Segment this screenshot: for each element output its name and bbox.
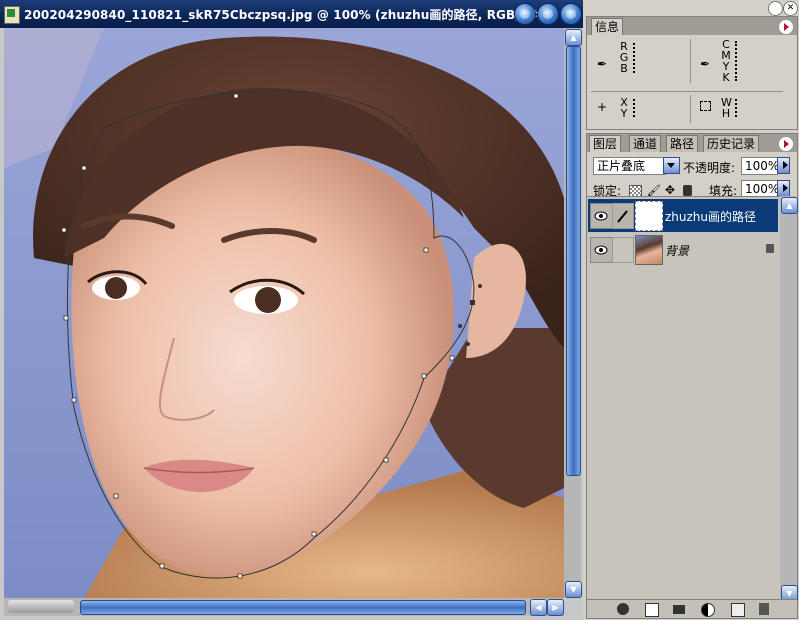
cmyk-values	[735, 41, 739, 81]
tab-layers[interactable]: 图层	[589, 135, 622, 152]
layers-scroll-up-button[interactable]: ▲	[781, 197, 798, 214]
maximize-button[interactable]	[537, 3, 559, 25]
scroll-right-button[interactable]: ▶	[547, 599, 564, 616]
layer-row-background[interactable]: 背景	[588, 233, 778, 266]
minimize-button[interactable]	[514, 3, 536, 25]
eyedropper-icon: ✒	[597, 57, 608, 71]
maximize-icon	[543, 9, 553, 19]
horizontal-scrollbar[interactable]: ◀ ▶	[4, 598, 564, 616]
document-title: 200204290840_110821_skR75Cbczpsq.jpg @ 1…	[24, 8, 544, 22]
status-area	[8, 600, 74, 613]
image-canvas[interactable]	[4, 28, 564, 598]
wh-values	[735, 99, 739, 117]
selection-size-icon	[700, 101, 711, 111]
brush-active-icon[interactable]	[612, 203, 634, 229]
new-layer-icon[interactable]	[731, 603, 745, 617]
layer-name[interactable]: 背景	[665, 242, 689, 259]
h-label: H	[721, 107, 731, 120]
fill-slider-button[interactable]	[777, 180, 790, 197]
blend-mode-select[interactable]: 正片叠底	[593, 157, 666, 175]
tab-paths[interactable]: 路径	[666, 135, 699, 152]
scroll-up-button[interactable]: ▲	[565, 29, 582, 46]
layer-thumbnail-portrait	[635, 235, 663, 265]
lock-paint-brush-icon[interactable]: 🖌	[647, 185, 661, 196]
layers-panel: 图层 通道 路径 历史记录 正片叠底 不透明度: 100% 锁定: 🖌 ✥ 填充…	[586, 133, 798, 619]
info-panel-menu-icon[interactable]	[778, 19, 794, 35]
trash-icon[interactable]	[759, 603, 769, 615]
blend-mode-dropdown-icon[interactable]	[663, 157, 680, 174]
eyedropper-icon-2: ✒	[700, 57, 711, 71]
adjustment-layer-icon[interactable]	[701, 603, 715, 617]
document-title-bar[interactable]: 200204290840_110821_skR75Cbczpsq.jpg @ 1…	[0, 0, 583, 28]
k-label: K	[722, 71, 730, 84]
visibility-eye-icon[interactable]	[590, 237, 613, 263]
scroll-left-button[interactable]: ◀	[530, 599, 547, 616]
close-button[interactable]	[560, 3, 582, 25]
layer-lock-icon	[766, 244, 774, 253]
info-divider-2	[690, 95, 691, 123]
opacity-input[interactable]: 100%	[741, 157, 779, 175]
scroll-down-button[interactable]: ▼	[565, 581, 582, 598]
info-panel-tabs: 信息	[587, 17, 797, 35]
photoshop-file-icon	[4, 6, 20, 24]
lock-move-icon[interactable]: ✥	[665, 184, 676, 196]
layer-row-path[interactable]: zhuzhu画的路径	[588, 199, 778, 232]
close-icon	[566, 9, 576, 19]
minimize-icon	[520, 9, 530, 19]
visibility-eye-icon[interactable]	[590, 203, 613, 229]
vertical-scroll-thumb[interactable]	[566, 46, 581, 476]
vertical-scrollbar[interactable]: ▲ ▼	[564, 28, 582, 598]
xy-values	[633, 99, 637, 117]
layers-bottom-toolbar	[587, 599, 797, 618]
tab-history[interactable]: 历史记录	[703, 135, 760, 152]
panel-close-button[interactable]: ✕	[783, 1, 798, 16]
crosshair-icon: +	[597, 100, 608, 114]
layer-link-slot[interactable]	[612, 237, 634, 263]
layers-panel-tabs: 图层 通道 路径 历史记录	[587, 134, 797, 152]
layer-style-icon[interactable]	[617, 603, 629, 615]
rgb-values	[633, 43, 637, 73]
tab-channels[interactable]: 通道	[629, 135, 662, 152]
layers-list: zhuzhu画的路径 背景	[587, 196, 780, 604]
layer-thumbnail-blank	[635, 201, 663, 231]
layers-scrollbar[interactable]: ▲ ▼	[780, 196, 798, 603]
layer-name[interactable]: zhuzhu画的路径	[665, 208, 756, 225]
opacity-label: 不透明度:	[683, 161, 736, 175]
tab-info[interactable]: 信息	[591, 18, 624, 35]
document-window: 200204290840_110821_skR75Cbczpsq.jpg @ 1…	[0, 0, 583, 620]
opacity-slider-button[interactable]	[777, 157, 790, 174]
portrait-image	[4, 28, 564, 598]
info-divider	[690, 39, 691, 83]
lock-all-icon[interactable]	[683, 185, 692, 196]
layers-panel-menu-icon[interactable]	[778, 136, 794, 152]
b-label: B	[620, 62, 628, 75]
y-coord-label: Y	[620, 107, 628, 120]
new-group-icon[interactable]	[673, 605, 685, 614]
info-panel: 信息 ✒ R G B ✒ C M Y K + X Y W H	[586, 16, 798, 130]
panel-minimize-button[interactable]	[768, 1, 783, 16]
layer-mask-icon[interactable]	[645, 603, 659, 617]
horizontal-scroll-thumb[interactable]	[80, 600, 526, 615]
info-horizontal-divider	[591, 91, 783, 92]
